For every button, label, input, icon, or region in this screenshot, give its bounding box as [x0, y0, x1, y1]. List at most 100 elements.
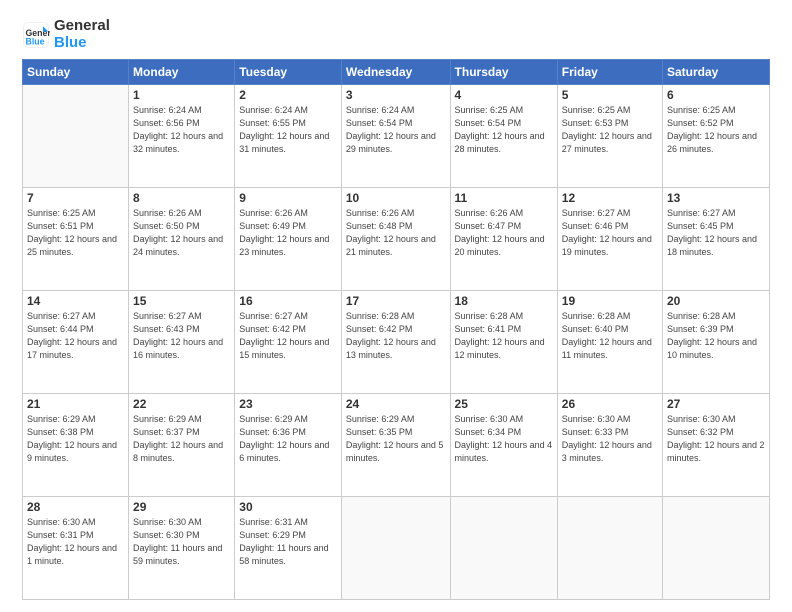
day-info: Sunrise: 6:27 AMSunset: 6:44 PMDaylight:…	[27, 310, 124, 362]
day-info: Sunrise: 6:27 AMSunset: 6:45 PMDaylight:…	[667, 207, 765, 259]
calendar-cell: 22 Sunrise: 6:29 AMSunset: 6:37 PMDayligh…	[129, 394, 235, 497]
weekday-header-wednesday: Wednesday	[341, 60, 450, 85]
day-number: 6	[667, 88, 765, 102]
calendar-body: 1 Sunrise: 6:24 AMSunset: 6:56 PMDaylight…	[23, 85, 770, 600]
calendar-cell: 20 Sunrise: 6:28 AMSunset: 6:39 PMDayligh…	[663, 291, 770, 394]
day-number: 13	[667, 191, 765, 205]
calendar-cell: 28 Sunrise: 6:30 AMSunset: 6:31 PMDayligh…	[23, 497, 129, 600]
page: General Blue General Blue SundayMondayTu…	[0, 0, 792, 612]
day-number: 24	[346, 397, 446, 411]
calendar-cell: 9Sunrise: 6:26 AMSunset: 6:49 PMDaylight…	[235, 188, 342, 291]
weekday-header: SundayMondayTuesdayWednesdayThursdayFrid…	[23, 60, 770, 85]
calendar-cell: 5 Sunrise: 6:25 AMSunset: 6:53 PMDaylight…	[557, 85, 662, 188]
day-info: Sunrise: 6:29 AMSunset: 6:36 PMDaylight:…	[239, 413, 337, 465]
day-info: Sunrise: 6:26 AMSunset: 6:48 PMDaylight:…	[346, 207, 446, 259]
calendar-cell: 26 Sunrise: 6:30 AMSunset: 6:33 PMDayligh…	[557, 394, 662, 497]
day-info: Sunrise: 6:30 AMSunset: 6:30 PMDaylight:…	[133, 516, 230, 568]
day-info: Sunrise: 6:28 AMSunset: 6:39 PMDaylight:…	[667, 310, 765, 362]
day-info: Sunrise: 6:27 AMSunset: 6:46 PMDaylight:…	[562, 207, 658, 259]
header: General Blue General Blue	[22, 18, 770, 51]
day-number: 15	[133, 294, 230, 308]
calendar-cell: 6 Sunrise: 6:25 AMSunset: 6:52 PMDaylight…	[663, 85, 770, 188]
calendar-cell	[663, 497, 770, 600]
week-row-1: 1 Sunrise: 6:24 AMSunset: 6:56 PMDaylight…	[23, 85, 770, 188]
calendar-cell: 18 Sunrise: 6:28 AMSunset: 6:41 PMDayligh…	[450, 291, 557, 394]
day-info: Sunrise: 6:25 AMSunset: 6:52 PMDaylight:…	[667, 104, 765, 156]
day-info: Sunrise: 6:25 AMSunset: 6:53 PMDaylight:…	[562, 104, 658, 156]
day-number: 22	[133, 397, 230, 411]
week-row-2: 7 Sunrise: 6:25 AMSunset: 6:51 PMDaylight…	[23, 188, 770, 291]
logo: General Blue General Blue	[22, 18, 110, 51]
day-info: Sunrise: 6:24 AMSunset: 6:56 PMDaylight:…	[133, 104, 230, 156]
calendar: SundayMondayTuesdayWednesdayThursdayFrid…	[22, 59, 770, 600]
weekday-header-monday: Monday	[129, 60, 235, 85]
day-number: 9	[239, 191, 337, 205]
week-row-4: 21Sunrise: 6:29 AMSunset: 6:38 PMDayligh…	[23, 394, 770, 497]
day-info: Sunrise: 6:30 AMSunset: 6:33 PMDaylight:…	[562, 413, 658, 465]
calendar-cell: 19Sunrise: 6:28 AMSunset: 6:40 PMDayligh…	[557, 291, 662, 394]
day-number: 25	[455, 397, 553, 411]
day-info: Sunrise: 6:28 AMSunset: 6:42 PMDaylight:…	[346, 310, 446, 362]
day-number: 10	[346, 191, 446, 205]
day-info: Sunrise: 6:29 AMSunset: 6:37 PMDaylight:…	[133, 413, 230, 465]
calendar-cell: 27 Sunrise: 6:30 AMSunset: 6:32 PMDayligh…	[663, 394, 770, 497]
calendar-cell	[450, 497, 557, 600]
calendar-cell	[557, 497, 662, 600]
day-info: Sunrise: 6:25 AMSunset: 6:51 PMDaylight:…	[27, 207, 124, 259]
calendar-cell: 12 Sunrise: 6:27 AMSunset: 6:46 PMDayligh…	[557, 188, 662, 291]
day-number: 12	[562, 191, 658, 205]
svg-text:Blue: Blue	[26, 36, 45, 46]
day-info: Sunrise: 6:31 AMSunset: 6:29 PMDaylight:…	[239, 516, 337, 568]
day-number: 27	[667, 397, 765, 411]
weekday-header-thursday: Thursday	[450, 60, 557, 85]
day-info: Sunrise: 6:30 AMSunset: 6:32 PMDaylight:…	[667, 413, 765, 465]
day-number: 14	[27, 294, 124, 308]
day-info: Sunrise: 6:24 AMSunset: 6:54 PMDaylight:…	[346, 104, 446, 156]
day-info: Sunrise: 6:24 AMSunset: 6:55 PMDaylight:…	[239, 104, 337, 156]
day-info: Sunrise: 6:30 AMSunset: 6:31 PMDaylight:…	[27, 516, 124, 568]
calendar-cell: 17 Sunrise: 6:28 AMSunset: 6:42 PMDayligh…	[341, 291, 450, 394]
day-number: 5	[562, 88, 658, 102]
day-number: 23	[239, 397, 337, 411]
calendar-cell: 10 Sunrise: 6:26 AMSunset: 6:48 PMDayligh…	[341, 188, 450, 291]
day-number: 26	[562, 397, 658, 411]
calendar-cell: 13 Sunrise: 6:27 AMSunset: 6:45 PMDayligh…	[663, 188, 770, 291]
calendar-cell	[23, 85, 129, 188]
day-info: Sunrise: 6:26 AMSunset: 6:50 PMDaylight:…	[133, 207, 230, 259]
day-number: 11	[455, 191, 553, 205]
day-number: 18	[455, 294, 553, 308]
day-info: Sunrise: 6:28 AMSunset: 6:40 PMDaylight:…	[562, 310, 658, 362]
day-info: Sunrise: 6:27 AMSunset: 6:42 PMDaylight:…	[239, 310, 337, 362]
day-number: 29	[133, 500, 230, 514]
calendar-cell: 15 Sunrise: 6:27 AMSunset: 6:43 PMDayligh…	[129, 291, 235, 394]
week-row-3: 14 Sunrise: 6:27 AMSunset: 6:44 PMDayligh…	[23, 291, 770, 394]
calendar-cell: 14 Sunrise: 6:27 AMSunset: 6:44 PMDayligh…	[23, 291, 129, 394]
day-number: 4	[455, 88, 553, 102]
logo-text: General Blue	[54, 18, 110, 51]
day-info: Sunrise: 6:25 AMSunset: 6:54 PMDaylight:…	[455, 104, 553, 156]
day-number: 21	[27, 397, 124, 411]
calendar-cell	[341, 497, 450, 600]
calendar-cell: 30 Sunrise: 6:31 AMSunset: 6:29 PMDayligh…	[235, 497, 342, 600]
calendar-cell: 8 Sunrise: 6:26 AMSunset: 6:50 PMDaylight…	[129, 188, 235, 291]
calendar-cell: 16Sunrise: 6:27 AMSunset: 6:42 PMDayligh…	[235, 291, 342, 394]
day-info: Sunrise: 6:30 AMSunset: 6:34 PMDaylight:…	[455, 413, 553, 465]
day-number: 7	[27, 191, 124, 205]
calendar-cell: 25 Sunrise: 6:30 AMSunset: 6:34 PMDayligh…	[450, 394, 557, 497]
day-number: 30	[239, 500, 337, 514]
week-row-5: 28 Sunrise: 6:30 AMSunset: 6:31 PMDayligh…	[23, 497, 770, 600]
day-info: Sunrise: 6:27 AMSunset: 6:43 PMDaylight:…	[133, 310, 230, 362]
calendar-cell: 29 Sunrise: 6:30 AMSunset: 6:30 PMDayligh…	[129, 497, 235, 600]
day-number: 8	[133, 191, 230, 205]
calendar-cell: 3 Sunrise: 6:24 AMSunset: 6:54 PMDaylight…	[341, 85, 450, 188]
day-info: Sunrise: 6:28 AMSunset: 6:41 PMDaylight:…	[455, 310, 553, 362]
day-number: 3	[346, 88, 446, 102]
day-number: 17	[346, 294, 446, 308]
weekday-header-saturday: Saturday	[663, 60, 770, 85]
day-number: 1	[133, 88, 230, 102]
calendar-cell: 7 Sunrise: 6:25 AMSunset: 6:51 PMDaylight…	[23, 188, 129, 291]
day-number: 2	[239, 88, 337, 102]
day-number: 20	[667, 294, 765, 308]
day-number: 28	[27, 500, 124, 514]
calendar-cell: 11Sunrise: 6:26 AMSunset: 6:47 PMDayligh…	[450, 188, 557, 291]
